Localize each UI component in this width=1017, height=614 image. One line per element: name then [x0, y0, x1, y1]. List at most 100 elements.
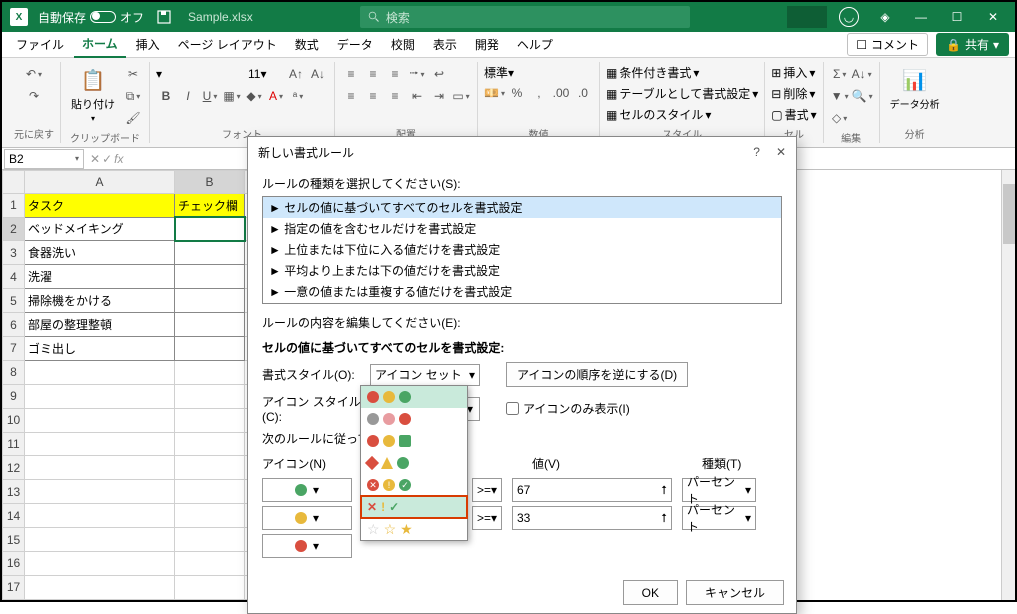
- align-middle-button[interactable]: ≡: [363, 64, 383, 84]
- merge-button[interactable]: ▭: [451, 86, 471, 106]
- type-combo-2[interactable]: パーセント▾: [682, 506, 756, 530]
- tab-view[interactable]: 表示: [425, 32, 465, 57]
- increase-decimal-button[interactable]: .00: [551, 83, 571, 103]
- format-painter-button[interactable]: 🖌: [123, 108, 143, 128]
- rule-type-0[interactable]: ► セルの値に基づいてすべてのセルを書式設定: [263, 197, 781, 218]
- conditional-format-button[interactable]: ▦ 条件付き書式 ▾: [606, 64, 758, 81]
- decrease-font-button[interactable]: A↓: [308, 64, 328, 84]
- operator-combo-1[interactable]: >= ▾: [472, 478, 502, 502]
- undo-button[interactable]: ↶: [24, 64, 44, 84]
- accounting-button[interactable]: 💴: [484, 83, 505, 103]
- copy-button[interactable]: ⧉: [123, 86, 143, 106]
- comments-button[interactable]: ☐ コメント: [847, 33, 928, 56]
- increase-indent-button[interactable]: ⇥: [429, 86, 449, 106]
- sort-filter-button[interactable]: A↓: [852, 64, 872, 84]
- number-format-combo[interactable]: 標準▾: [484, 64, 564, 81]
- tab-review[interactable]: 校閲: [383, 32, 423, 57]
- col-header-A[interactable]: A: [25, 171, 175, 194]
- row-header-1[interactable]: 1: [3, 193, 25, 217]
- align-left-button[interactable]: ≡: [341, 86, 361, 106]
- icon-picker-3[interactable]: ▾: [262, 534, 352, 558]
- border-button[interactable]: ▦: [222, 86, 242, 106]
- bold-button[interactable]: B: [156, 86, 176, 106]
- cancel-button[interactable]: キャンセル: [686, 580, 784, 605]
- search-box[interactable]: 検索: [360, 6, 690, 28]
- cancel-formula-icon[interactable]: ✕: [90, 152, 100, 166]
- fill-button[interactable]: ▼: [830, 86, 850, 106]
- delete-cells-button[interactable]: ⊟ 削除 ▾: [771, 85, 816, 102]
- wrap-text-button[interactable]: ↩: [429, 64, 449, 84]
- iconset-option-3[interactable]: [361, 430, 467, 452]
- cell-styles-button[interactable]: ▦ セルのスタイル ▾: [606, 106, 758, 123]
- italic-button[interactable]: I: [178, 86, 198, 106]
- save-icon[interactable]: [156, 9, 172, 25]
- rule-type-3[interactable]: ► 平均より上または下の値だけを書式設定: [263, 260, 781, 281]
- ok-button[interactable]: OK: [623, 580, 678, 605]
- share-button[interactable]: 🔒 共有 ▾: [936, 33, 1009, 56]
- iconset-option-1[interactable]: [361, 386, 467, 408]
- iconset-option-2[interactable]: [361, 408, 467, 430]
- reverse-icon-order-button[interactable]: アイコンの順序を逆にする(D): [506, 362, 688, 387]
- tab-developer[interactable]: 開発: [467, 32, 507, 57]
- phonetic-button[interactable]: ᵃ: [288, 86, 308, 106]
- format-cells-button[interactable]: ▢ 書式 ▾: [771, 106, 816, 123]
- enter-formula-icon[interactable]: ✓: [102, 152, 112, 166]
- icon-style-dropdown[interactable]: ✕!✓ ✕!✓ ☆☆★: [360, 385, 468, 541]
- close-button[interactable]: ✕: [975, 2, 1011, 32]
- cut-button[interactable]: ✂: [123, 64, 143, 84]
- format-as-table-button[interactable]: ▦ テーブルとして書式設定 ▾: [606, 85, 758, 102]
- diamond-icon[interactable]: ◈: [867, 2, 903, 32]
- col-header-B[interactable]: B: [175, 171, 245, 194]
- clear-button[interactable]: ◇: [830, 108, 850, 128]
- align-right-button[interactable]: ≡: [385, 86, 405, 106]
- row-header-2[interactable]: 2: [3, 217, 25, 241]
- rule-type-2[interactable]: ► 上位または下位に入る値だけを書式設定: [263, 239, 781, 260]
- cell-B2[interactable]: [175, 217, 245, 241]
- align-bottom-button[interactable]: ≡: [385, 64, 405, 84]
- insert-cells-button[interactable]: ⊞ 挿入 ▾: [771, 64, 816, 81]
- decrease-indent-button[interactable]: ⇤: [407, 86, 427, 106]
- iconset-option-6[interactable]: ✕!✓: [361, 496, 467, 518]
- help-icon[interactable]: ?: [753, 145, 760, 159]
- comma-button[interactable]: ,: [529, 83, 549, 103]
- rule-type-4[interactable]: ► 一意の値または重複する値だけを書式設定: [263, 281, 781, 302]
- name-box[interactable]: B2▾: [4, 149, 84, 169]
- format-style-combo[interactable]: アイコン セット▾: [370, 364, 480, 386]
- icon-only-checkbox[interactable]: アイコンのみ表示(I): [506, 400, 630, 417]
- iconset-option-4[interactable]: [361, 452, 467, 474]
- user-block[interactable]: [787, 6, 827, 28]
- fill-color-button[interactable]: ◆: [244, 86, 264, 106]
- operator-combo-2[interactable]: >= ▾: [472, 506, 502, 530]
- vertical-scrollbar[interactable]: [1001, 170, 1015, 600]
- find-select-button[interactable]: 🔍: [852, 86, 873, 106]
- fx-icon[interactable]: fx: [114, 152, 123, 166]
- rule-type-5[interactable]: ► 数式を使用して、書式設定するセルを決定: [263, 302, 781, 304]
- tab-formulas[interactable]: 数式: [287, 32, 327, 57]
- dialog-close-icon[interactable]: ✕: [776, 145, 786, 159]
- maximize-button[interactable]: ☐: [939, 2, 975, 32]
- tab-help[interactable]: ヘルプ: [509, 32, 561, 57]
- tab-home[interactable]: ホーム: [74, 31, 126, 58]
- redo-button[interactable]: ↷: [24, 86, 44, 106]
- icon-picker-1[interactable]: ▾: [262, 478, 352, 502]
- paste-button[interactable]: 📋 貼り付け ▾: [67, 64, 119, 125]
- user-avatar[interactable]: ◡: [831, 2, 867, 32]
- autosum-button[interactable]: Σ: [830, 64, 850, 84]
- icon-picker-2[interactable]: ▾: [262, 506, 352, 530]
- select-all-corner[interactable]: [3, 171, 25, 194]
- font-color-button[interactable]: A: [266, 86, 286, 106]
- minimize-button[interactable]: —: [903, 2, 939, 32]
- iconset-option-5[interactable]: ✕!✓: [361, 474, 467, 496]
- data-analysis-button[interactable]: 📊データ分析: [886, 64, 944, 113]
- value-input-1[interactable]: 67⭡: [512, 478, 672, 502]
- type-combo-1[interactable]: パーセント▾: [682, 478, 756, 502]
- increase-font-button[interactable]: A↑: [286, 64, 306, 84]
- tab-file[interactable]: ファイル: [8, 32, 72, 57]
- font-size-combo[interactable]: 11▾: [248, 67, 284, 81]
- tab-insert[interactable]: 挿入: [128, 32, 168, 57]
- underline-button[interactable]: U: [200, 86, 220, 106]
- percent-button[interactable]: %: [507, 83, 527, 103]
- rule-type-listbox[interactable]: ► セルの値に基づいてすべてのセルを書式設定 ► 指定の値を含むセルだけを書式設…: [262, 196, 782, 304]
- align-center-button[interactable]: ≡: [363, 86, 383, 106]
- font-name-combo[interactable]: ▾: [156, 67, 246, 81]
